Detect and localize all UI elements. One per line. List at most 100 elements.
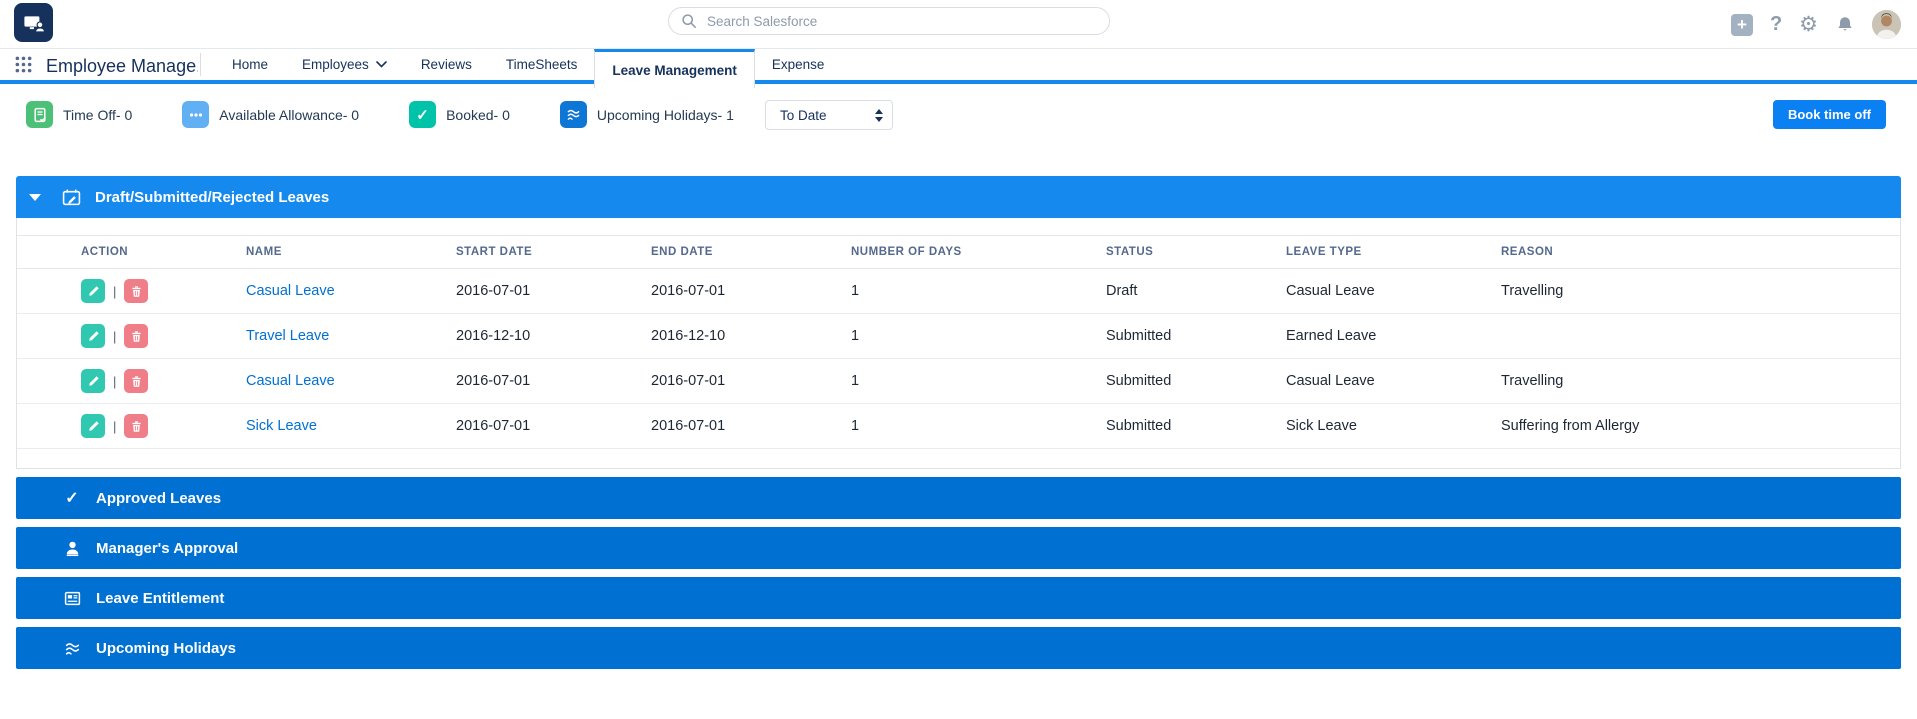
reason-cell: Travelling: [1501, 268, 1900, 314]
header-actions: + ? ⚙: [1730, 0, 1901, 49]
pencil-icon: [88, 375, 99, 386]
chevron-down-icon: [376, 61, 387, 68]
stats-row: Time Off- 0 Available Allowance- 0 ✓ Boo…: [0, 84, 1917, 176]
leave-type-cell: Sick Leave: [1286, 403, 1501, 449]
section-header-draft-leaves[interactable]: Draft/Submitted/Rejected Leaves: [16, 176, 1901, 218]
notifications-bell-icon[interactable]: [1835, 15, 1855, 35]
start-date-cell: 2016-07-01: [456, 358, 651, 404]
delete-button[interactable]: [124, 324, 149, 348]
app-logo[interactable]: [14, 3, 53, 42]
section-title: Upcoming Holidays: [96, 639, 237, 657]
table-header-row: ACTION NAME START DATE END DATE NUMBER O…: [17, 235, 1900, 269]
delete-button[interactable]: [124, 279, 149, 303]
section-title: Approved Leaves: [96, 489, 222, 507]
reason-cell: [1501, 313, 1900, 359]
leaves-table: ACTION NAME START DATE END DATE NUMBER O…: [17, 235, 1900, 449]
col-action: ACTION: [17, 235, 246, 269]
stat-upcoming-holidays: Upcoming Holidays- 1: [559, 101, 734, 128]
help-icon[interactable]: ?: [1770, 13, 1782, 36]
col-end-date: END DATE: [651, 235, 851, 269]
col-start-date: START DATE: [456, 235, 651, 269]
user-avatar[interactable]: [1872, 10, 1901, 39]
section-bar-upcoming-holidays[interactable]: Upcoming Holidays: [16, 627, 1901, 669]
trash-icon: [132, 285, 141, 297]
days-cell: 1: [851, 403, 1106, 449]
section-title: Manager's Approval: [96, 539, 239, 557]
app-navigation-bar: Employee Manage... Home Employees Review…: [0, 49, 1917, 88]
status-cell: Draft: [1106, 268, 1286, 314]
tab-employees[interactable]: Employees: [285, 49, 404, 80]
end-date-cell: 2016-07-01: [651, 403, 851, 449]
global-header: + ? ⚙: [0, 0, 1917, 49]
edit-button[interactable]: [81, 369, 105, 393]
search-icon: [682, 14, 696, 28]
edit-button[interactable]: [81, 279, 105, 303]
end-date-cell: 2016-07-01: [651, 268, 851, 314]
setup-gear-icon[interactable]: ⚙: [1799, 14, 1818, 35]
delete-button[interactable]: [124, 369, 149, 393]
leave-name-link[interactable]: Travel Leave: [246, 328, 329, 344]
section-bar-approved-leaves[interactable]: ✓ Approved Leaves: [16, 477, 1901, 519]
chevron-down-icon: [29, 193, 41, 201]
reason-cell: Travelling: [1501, 358, 1900, 404]
table-row: | Casual Leave 2016-07-01 2016-07-01: [17, 358, 1900, 404]
tab-expense[interactable]: Expense: [755, 49, 842, 80]
leave-name-link[interactable]: Sick Leave: [246, 418, 317, 434]
tab-timesheets[interactable]: TimeSheets: [489, 49, 595, 80]
tab-reviews[interactable]: Reviews: [404, 49, 489, 80]
leave-type-cell: Earned Leave: [1286, 313, 1501, 359]
stat-available-allowance: Available Allowance- 0: [182, 101, 359, 128]
start-date-cell: 2016-07-01: [456, 403, 651, 449]
col-leave-type: LEAVE TYPE: [1286, 235, 1501, 269]
section-title: Draft/Submitted/Rejected Leaves: [95, 188, 330, 206]
leave-name-link[interactable]: Casual Leave: [246, 283, 335, 299]
status-cell: Submitted: [1106, 403, 1286, 449]
date-filter-value: To Date: [780, 107, 827, 123]
status-cell: Submitted: [1106, 313, 1286, 359]
stat-label: Upcoming Holidays- 1: [596, 106, 734, 123]
stat-label: Available Allowance- 0: [219, 106, 360, 123]
app-name: Employee Manage...: [46, 56, 198, 76]
section-bar-leave-entitlement[interactable]: Leave Entitlement: [16, 577, 1901, 619]
leave-name-link[interactable]: Casual Leave: [246, 373, 335, 389]
start-date-cell: 2016-12-10: [456, 313, 651, 359]
book-time-off-button[interactable]: Book time off: [1772, 100, 1886, 129]
days-cell: 1: [851, 358, 1106, 404]
status-cell: Submitted: [1106, 358, 1286, 404]
table-row: | Casual Leave 2016-07-01 2016-07-01: [17, 268, 1900, 314]
date-filter-select[interactable]: To Date: [765, 100, 893, 130]
col-reason: REASON: [1501, 235, 1900, 269]
stat-time-off: Time Off- 0: [26, 101, 132, 128]
calendar-edit-icon: [62, 189, 81, 205]
trash-icon: [132, 420, 141, 432]
check-icon: ✓: [65, 490, 79, 507]
trash-icon: [132, 375, 141, 387]
table-row: | Travel Leave 2016-12-10 2016-12-10 1 S…: [17, 313, 1900, 359]
section-bar-managers-approval[interactable]: Manager's Approval: [16, 527, 1901, 569]
leave-type-cell: Casual Leave: [1286, 268, 1501, 314]
tab-home[interactable]: Home: [215, 49, 285, 80]
pencil-icon: [88, 285, 99, 296]
table-row: | Sick Leave 2016-07-01 2016-07-01 1 Sub…: [17, 403, 1900, 449]
col-number-of-days: NUMBER OF DAYS: [851, 235, 1106, 269]
nav-divider: [200, 53, 201, 76]
waves-icon: [62, 640, 82, 657]
pencil-icon: [88, 330, 99, 341]
edit-button[interactable]: [81, 324, 105, 348]
col-name: NAME: [246, 235, 456, 269]
add-icon[interactable]: +: [1730, 13, 1753, 36]
stat-label: Time Off- 0: [63, 106, 133, 123]
app-launcher-waffle-icon[interactable]: [0, 49, 46, 80]
search-input[interactable]: [707, 13, 1097, 29]
stepper-icon: [875, 108, 883, 122]
global-search[interactable]: [668, 7, 1110, 35]
waves-icon: [559, 101, 587, 128]
leave-type-cell: Casual Leave: [1286, 358, 1501, 404]
tab-leave-management[interactable]: Leave Management: [594, 49, 755, 88]
monitor-person-icon: [23, 15, 45, 33]
edit-button[interactable]: [81, 414, 105, 438]
trash-icon: [132, 330, 141, 342]
stat-label: Booked- 0: [446, 106, 510, 123]
col-status: STATUS: [1106, 235, 1286, 269]
delete-button[interactable]: [124, 414, 149, 438]
